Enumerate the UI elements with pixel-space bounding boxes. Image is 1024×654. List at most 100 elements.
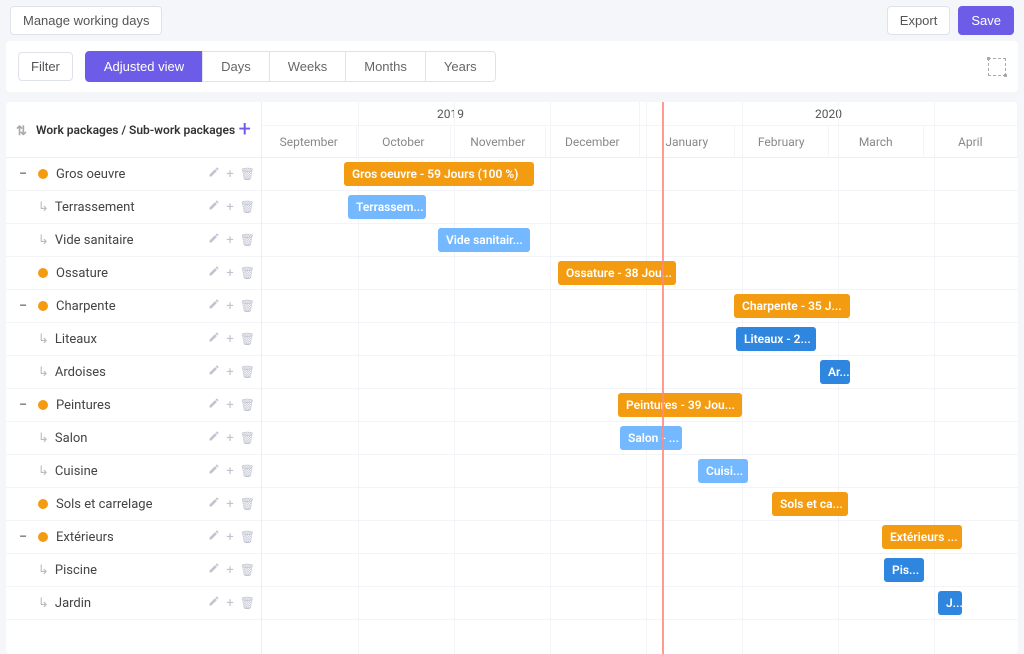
row-actions: +🗑	[208, 595, 255, 611]
row-actions: +🗑	[208, 331, 255, 347]
add-sub-icon[interactable]: +	[226, 266, 233, 281]
expander[interactable]: −	[16, 397, 30, 413]
gantt-bar[interactable]: Liteaux - 2...	[736, 327, 816, 351]
gantt-bar[interactable]: Sols et ca...	[772, 492, 848, 516]
month-cell: February	[735, 126, 830, 158]
gantt-bar[interactable]: Pis...	[884, 558, 924, 582]
gantt-bar[interactable]: Salon - ...	[620, 426, 682, 450]
timeline-row: Liteaux - 2...	[262, 323, 1018, 356]
reorder-icon[interactable]	[16, 124, 30, 136]
view-adjusted[interactable]: Adjusted view	[85, 51, 203, 82]
gantt-bar[interactable]: Peintures - 39 Jou...	[618, 393, 742, 417]
view-days[interactable]: Days	[202, 51, 270, 82]
row-label[interactable]: Ossature	[56, 266, 208, 281]
delete-icon[interactable]: 🗑	[240, 563, 255, 577]
timeline-row: Gros oeuvre - 59 Jours (100 %)	[262, 158, 1018, 191]
edit-icon[interactable]	[208, 232, 220, 248]
gantt-bar[interactable]: Ar...	[820, 360, 850, 384]
delete-icon[interactable]: 🗑	[240, 464, 255, 478]
row-label[interactable]: Terrassement	[55, 200, 208, 215]
expander[interactable]: −	[16, 166, 30, 182]
expander[interactable]: −	[16, 298, 30, 314]
edit-icon[interactable]	[208, 265, 220, 281]
add-sub-icon[interactable]: +	[226, 167, 233, 182]
edit-icon[interactable]	[208, 529, 220, 545]
delete-icon[interactable]: 🗑	[240, 266, 255, 280]
save-button[interactable]: Save	[958, 6, 1014, 35]
delete-icon[interactable]: 🗑	[240, 530, 255, 544]
row-label[interactable]: Sols et carrelage	[56, 497, 208, 512]
fit-view-icon[interactable]	[988, 58, 1006, 76]
add-sub-icon[interactable]: +	[226, 464, 233, 479]
row-label[interactable]: Cuisine	[55, 464, 208, 479]
row-label[interactable]: Ardoises	[55, 365, 208, 380]
edit-icon[interactable]	[208, 430, 220, 446]
month-cell: December	[546, 126, 641, 158]
edit-icon[interactable]	[208, 496, 220, 512]
row-label[interactable]: Salon	[55, 431, 208, 446]
filter-button[interactable]: Filter	[18, 52, 73, 81]
edit-icon[interactable]	[208, 199, 220, 215]
add-sub-icon[interactable]: +	[226, 530, 233, 545]
delete-icon[interactable]: 🗑	[240, 167, 255, 181]
view-months[interactable]: Months	[345, 51, 426, 82]
delete-icon[interactable]: 🗑	[240, 365, 255, 379]
gantt-bar[interactable]: Cuisi...	[698, 459, 748, 483]
add-sub-icon[interactable]: +	[226, 233, 233, 248]
delete-icon[interactable]: 🗑	[240, 596, 255, 610]
edit-icon[interactable]	[208, 397, 220, 413]
manage-working-days-button[interactable]: Manage working days	[10, 6, 162, 35]
edit-icon[interactable]	[208, 331, 220, 347]
add-sub-icon[interactable]: +	[226, 431, 233, 446]
edit-icon[interactable]	[208, 595, 220, 611]
gantt-bar[interactable]: Ossature - 38 Jou...	[558, 261, 676, 285]
row-label[interactable]: Gros oeuvre	[56, 167, 208, 182]
gantt-bar[interactable]: Gros oeuvre - 59 Jours (100 %)	[344, 162, 534, 186]
delete-icon[interactable]: 🗑	[240, 233, 255, 247]
edit-icon[interactable]	[208, 166, 220, 182]
add-sub-icon[interactable]: +	[226, 332, 233, 347]
add-sub-icon[interactable]: +	[226, 563, 233, 578]
edit-icon[interactable]	[208, 463, 220, 479]
delete-icon[interactable]: 🗑	[240, 497, 255, 511]
edit-icon[interactable]	[208, 562, 220, 578]
edit-icon[interactable]	[208, 298, 220, 314]
add-sub-icon[interactable]: +	[226, 299, 233, 314]
delete-icon[interactable]: 🗑	[240, 398, 255, 412]
tree-row: Sols et carrelage + 🗑	[6, 488, 261, 521]
gantt-bar[interactable]: Extérieurs ...	[882, 525, 962, 549]
month-cell: October	[357, 126, 452, 158]
add-sub-icon[interactable]: +	[226, 365, 233, 380]
view-years[interactable]: Years	[425, 51, 496, 82]
add-sub-icon[interactable]: +	[226, 497, 233, 512]
gantt-bar[interactable]: Terrassem...	[348, 195, 426, 219]
view-weeks[interactable]: Weeks	[269, 51, 347, 82]
year-cell: 2020	[640, 102, 1018, 125]
tree-row: − Extérieurs + 🗑	[6, 521, 261, 554]
delete-icon[interactable]: 🗑	[240, 200, 255, 214]
row-label[interactable]: Vide sanitaire	[55, 233, 208, 248]
gantt-bar[interactable]: J...	[938, 591, 962, 615]
edit-icon[interactable]	[208, 364, 220, 380]
add-sub-icon[interactable]: +	[226, 596, 233, 611]
row-label[interactable]: Charpente	[56, 299, 208, 314]
child-arrow-icon: ↳	[38, 464, 49, 479]
row-actions: +🗑	[208, 397, 255, 413]
row-label[interactable]: Piscine	[55, 563, 208, 578]
add-work-package-button[interactable]: +	[239, 117, 251, 142]
row-label[interactable]: Peintures	[56, 398, 208, 413]
row-label[interactable]: Liteaux	[55, 332, 208, 347]
row-label[interactable]: Extérieurs	[56, 530, 208, 545]
row-label[interactable]: Jardin	[55, 596, 208, 611]
gantt-bar[interactable]: Charpente - 35 J...	[734, 294, 850, 318]
row-actions: +🗑	[208, 166, 255, 182]
add-sub-icon[interactable]: +	[226, 398, 233, 413]
delete-icon[interactable]: 🗑	[240, 332, 255, 346]
gantt-bar[interactable]: Vide sanitair...	[438, 228, 530, 252]
delete-icon[interactable]: 🗑	[240, 299, 255, 313]
expander[interactable]: −	[16, 529, 30, 545]
tree-row: ↳Terrassement+🗑	[6, 191, 261, 224]
delete-icon[interactable]: 🗑	[240, 431, 255, 445]
add-sub-icon[interactable]: +	[226, 200, 233, 215]
export-button[interactable]: Export	[887, 6, 951, 35]
